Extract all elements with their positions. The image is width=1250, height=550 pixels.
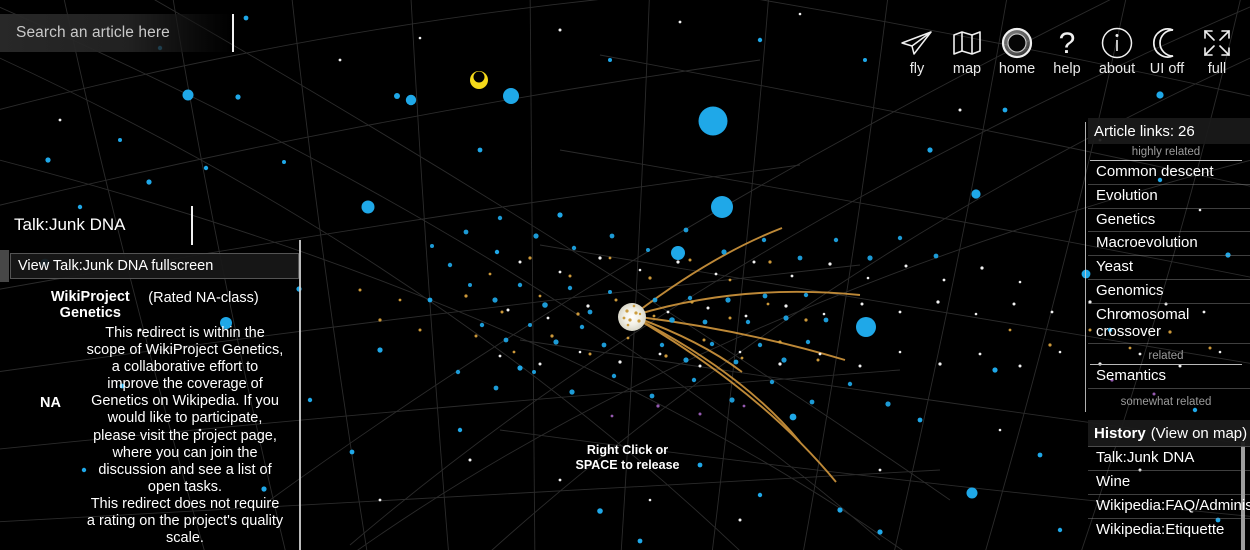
search-caret xyxy=(232,14,234,52)
article-links-label: Article links: xyxy=(1094,122,1175,140)
view-fullscreen-label: View Talk:Junk DNA fullscreen xyxy=(18,258,214,274)
expand-arrows-icon xyxy=(1201,22,1233,64)
toolbar-button-help[interactable]: ? help xyxy=(1042,22,1092,77)
wikiproject-body-text-2: This redirect does not require a rating … xyxy=(86,495,284,546)
wikiproject-rating: (Rated NA-class) xyxy=(148,290,259,306)
crescent-moon-icon xyxy=(1152,22,1182,64)
article-link-item[interactable]: Evolution xyxy=(1088,185,1250,209)
toolbar-button-about[interactable]: about xyxy=(1092,22,1142,77)
folded-map-icon xyxy=(951,22,983,64)
wikiproject-name: WikiProject Genetics xyxy=(40,289,140,321)
history-item[interactable]: Talk:Junk DNA xyxy=(1088,447,1250,471)
toolbar-button-fly[interactable]: fly xyxy=(892,22,942,77)
toolbar-button-map[interactable]: map xyxy=(942,22,992,77)
history-item[interactable]: Wikipedia:FAQ/Administ xyxy=(1088,495,1250,519)
preview-scrollbar[interactable] xyxy=(299,240,301,550)
article-link-item[interactable]: Yeast xyxy=(1088,256,1250,280)
article-link-item[interactable]: Semantics xyxy=(1088,365,1250,390)
info-circle-icon xyxy=(1100,22,1134,64)
question-mark-icon: ? xyxy=(1053,22,1081,64)
svg-text:?: ? xyxy=(1059,27,1076,59)
app-root: fly map home ? help about xyxy=(0,0,1250,550)
article-link-item[interactable]: Macroevolution xyxy=(1088,232,1250,257)
article-link-item[interactable]: Chromosomal crossover xyxy=(1088,304,1250,345)
preview-caret xyxy=(191,206,193,245)
group-title-highly-related: highly related xyxy=(1090,146,1242,161)
toolbar-label-full: full xyxy=(1207,61,1227,77)
article-links-header: Article links: 26 xyxy=(1088,118,1250,144)
history-title: History xyxy=(1094,424,1146,442)
toolbar-label-ui-off: UI off xyxy=(1149,61,1185,77)
toolbar-label-about: about xyxy=(1098,61,1136,77)
group-title-somewhat-related: somewhat related xyxy=(1120,396,1212,409)
ring-icon xyxy=(1000,22,1034,64)
history-header[interactable]: History (View on map) xyxy=(1088,420,1250,448)
release-hint-line1: Right Click or xyxy=(586,443,669,457)
article-link-item[interactable]: Genetics xyxy=(1088,209,1250,233)
group-title-related: related xyxy=(1090,350,1242,366)
release-hint: Right Click or SPACE to release xyxy=(545,443,710,473)
paper-plane-icon xyxy=(900,22,934,64)
article-preview-panel: Talk:Junk DNA View Talk:Junk DNA fullscr… xyxy=(0,206,301,550)
top-toolbar: fly map home ? help about UI off full xyxy=(892,22,1242,77)
search-input[interactable] xyxy=(14,23,223,43)
wikiproject-class-label: NA xyxy=(40,395,61,411)
article-links-panel: Article links: 26 highly related Common … xyxy=(1080,118,1250,550)
search-bar[interactable] xyxy=(0,14,232,52)
wikiproject-banner-header: WikiProject Genetics (Rated NA-class) xyxy=(0,289,299,321)
wikiproject-body-text-1: This redirect is within the scope of Wik… xyxy=(86,325,284,495)
wikiproject-line2: Genetics xyxy=(59,304,121,321)
article-links-count: 26 xyxy=(1178,122,1195,140)
toolbar-button-ui-off[interactable]: UI off xyxy=(1142,22,1192,77)
history-item[interactable]: Wikipedia:Etiquette xyxy=(1088,519,1250,542)
center-node[interactable] xyxy=(618,303,646,331)
toolbar-label-fly: fly xyxy=(909,61,925,77)
release-hint-line2: SPACE to release xyxy=(575,457,680,472)
toolbar-label-map: map xyxy=(952,61,982,77)
article-preview-title: Talk:Junk DNA xyxy=(14,215,126,234)
article-links-body: highly related Common descent Evolution … xyxy=(1080,146,1250,541)
panel-collapse-tab[interactable] xyxy=(0,250,9,282)
article-link-item[interactable]: Genomics xyxy=(1088,280,1250,304)
toolbar-label-help: help xyxy=(1053,61,1081,77)
history-item[interactable]: Wine xyxy=(1088,471,1250,495)
article-link-item[interactable]: Common descent xyxy=(1088,161,1250,185)
view-fullscreen-button[interactable]: View Talk:Junk DNA fullscreen xyxy=(10,253,299,279)
toolbar-button-home[interactable]: home xyxy=(992,22,1042,77)
article-preview-content: WikiProject Genetics (Rated NA-class) Th… xyxy=(0,289,299,550)
toolbar-button-full[interactable]: full xyxy=(1192,22,1242,77)
yellow-node[interactable] xyxy=(470,71,488,89)
toolbar-label-home: home xyxy=(998,61,1036,77)
wikiproject-line1: WikiProject xyxy=(50,289,130,305)
history-view-on-map-link[interactable]: (View on map) xyxy=(1146,425,1247,442)
